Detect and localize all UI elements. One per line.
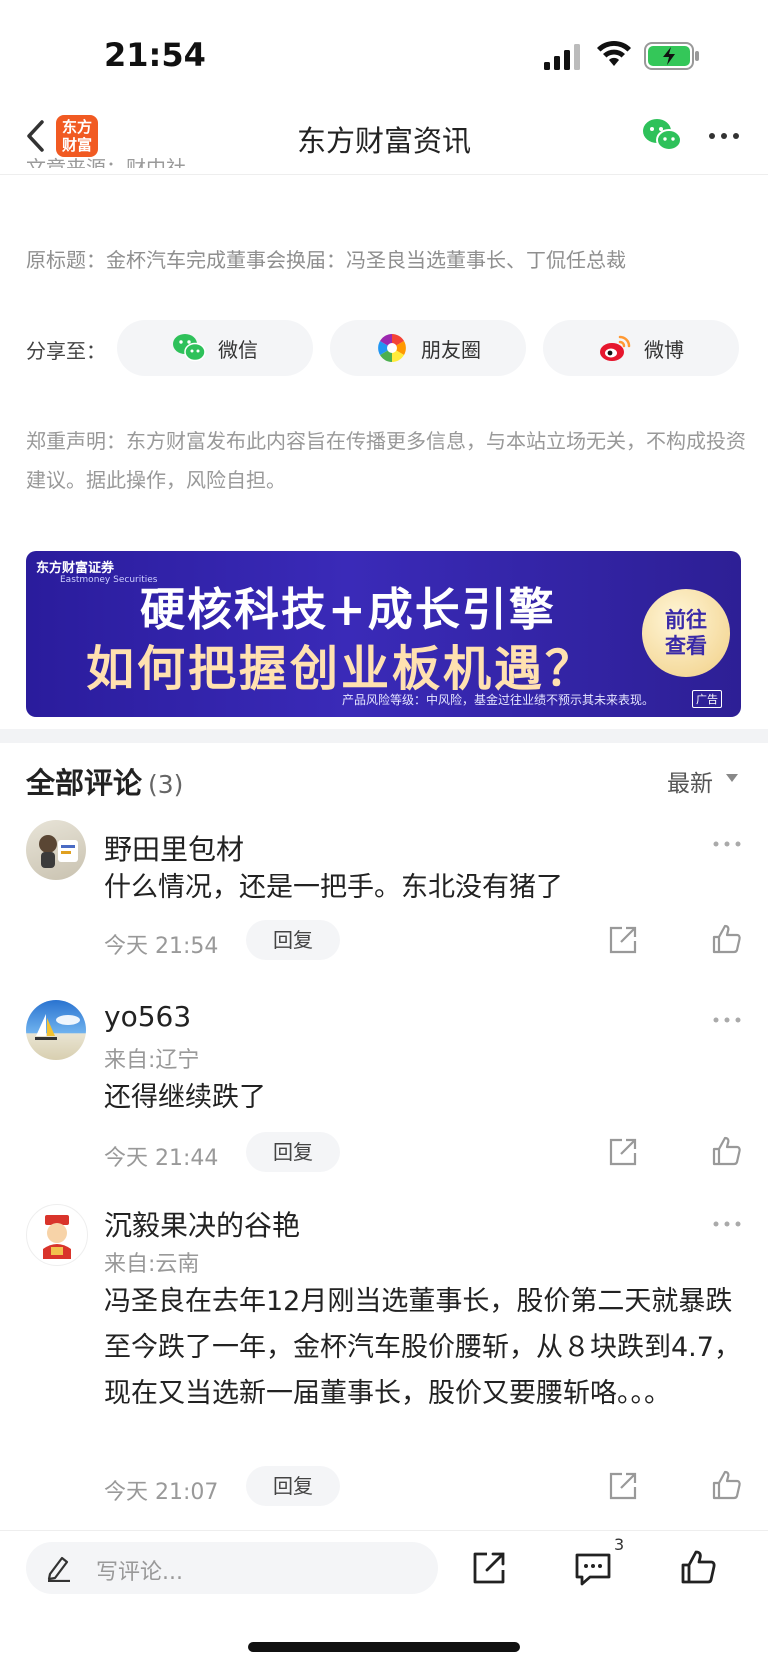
wechat-share-icon[interactable] (642, 118, 682, 152)
share-article-icon[interactable] (471, 1550, 507, 1586)
comment-text: 冯圣良在去年12月刚当选董事长，股价第二天就暴跌至今跌了一年，金杯汽车股价腰斩，… (104, 1286, 741, 1409)
ad-tag: 广告 (692, 690, 722, 708)
like-article-icon[interactable] (679, 1548, 717, 1586)
share-moments-label: 朋友圈 (421, 337, 481, 362)
comment-text: 什么情况，还是一把手。东北没有猪了 (104, 872, 563, 903)
share-wechat-label: 微信 (218, 337, 258, 362)
section-divider (0, 729, 768, 743)
avatar-image (43, 1215, 71, 1259)
avatar[interactable] (26, 1204, 88, 1266)
share-wechat-button[interactable]: 微信 (117, 320, 313, 376)
comment-location: 来自:辽宁 (104, 1048, 200, 1073)
comment-more-icon[interactable] (712, 1016, 742, 1024)
comment-count-badge: 3 (614, 1535, 625, 1554)
comment-time: 今天 21:44 (104, 1146, 219, 1171)
bottom-bar-divider (0, 1530, 768, 1531)
comments-title: 全部评论 (3) (26, 760, 183, 802)
home-indicator[interactable] (248, 1642, 520, 1652)
avatar[interactable] (26, 820, 86, 880)
ad-cta-button[interactable]: 前往 查看 (642, 589, 730, 677)
ad-cta-line2: 查看 (665, 634, 707, 658)
article-source: 文章来源：财中社 (26, 156, 186, 168)
wifi-icon (597, 40, 631, 66)
weibo-icon (600, 335, 631, 361)
like-icon[interactable] (710, 923, 742, 955)
avatar[interactable] (26, 1000, 86, 1060)
comment-author[interactable]: yo563 (104, 1000, 191, 1033)
ad-cta-line1: 前往 (665, 608, 707, 632)
ad-subheadline: 如何把握创业板机遇？ (86, 641, 597, 697)
like-icon[interactable] (710, 1135, 742, 1167)
comments-count: (3) (148, 770, 184, 799)
comments-icon[interactable] (574, 1551, 612, 1587)
cellular-signal-icon (544, 44, 580, 70)
moments-icon (378, 334, 406, 362)
pen-icon (47, 1556, 70, 1582)
share-weibo-button[interactable]: 微博 (543, 320, 739, 376)
more-options-icon[interactable] (708, 126, 740, 146)
disclaimer: 郑重声明：东方财富发布此内容旨在传播更多信息，与本站立场无关，不构成投资建议。据… (26, 429, 746, 492)
comment-more-icon[interactable] (712, 1220, 742, 1228)
share-label: 分享至： (26, 339, 106, 363)
comment-more-icon[interactable] (712, 840, 742, 848)
comment-location: 来自:云南 (104, 1252, 200, 1277)
battery-charging-icon (644, 42, 699, 70)
like-icon[interactable] (710, 1469, 742, 1501)
share-icon[interactable] (608, 1471, 638, 1501)
share-icon[interactable] (608, 925, 638, 955)
avatar-image (35, 1014, 80, 1040)
original-title: 原标题：金杯汽车完成董事会换届：冯圣良当选董事长、丁侃任总裁 (26, 248, 626, 272)
share-weibo-label: 微博 (644, 337, 684, 362)
share-moments-button[interactable]: 朋友圈 (330, 320, 526, 376)
ad-brand: 东方财富证券 (36, 561, 115, 576)
reply-button[interactable]: 回复 (246, 920, 340, 960)
comment-author[interactable]: 沉毅果决的谷艳 (104, 1204, 300, 1244)
comment-input-placeholder[interactable]: 写评论... (96, 1554, 183, 1586)
comment-input[interactable] (26, 1542, 438, 1594)
status-time: 21:54 (104, 36, 206, 74)
ad-banner[interactable]: 东方财富证券 Eastmoney Securities 硬核科技+成长引擎 如何… (26, 551, 741, 717)
avatar-image (39, 835, 78, 868)
ad-risk-note: 产品风险等级：中风险，基金过往业绩不预示其未来表现。 (342, 693, 655, 707)
sort-caret-icon[interactable] (726, 774, 738, 782)
reply-button[interactable]: 回复 (246, 1466, 340, 1506)
wechat-icon (173, 334, 206, 362)
comment-time: 今天 21:07 (104, 1480, 219, 1505)
comment-author[interactable]: 野田里包材 (104, 828, 244, 868)
comment-text: 还得继续跌了 (104, 1082, 266, 1113)
nav-divider (0, 174, 768, 175)
reply-button[interactable]: 回复 (246, 1132, 340, 1172)
share-icon[interactable] (608, 1137, 638, 1167)
comment-time: 今天 21:54 (104, 934, 219, 959)
comments-title-text: 全部评论 (26, 766, 143, 800)
sort-dropdown[interactable]: 最新 (667, 764, 713, 798)
